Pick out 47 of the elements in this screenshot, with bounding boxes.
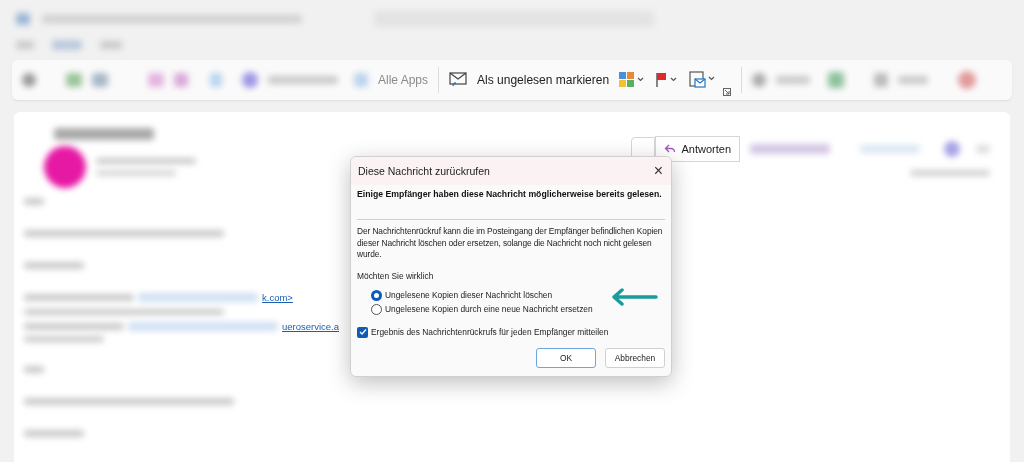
notify-checkbox-option[interactable]: Ergebnis des Nachrichtenrückrufs für jeden Empfänger mitteilen: [357, 326, 665, 338]
blurred-text: [898, 76, 929, 84]
ok-button[interactable]: OK: [536, 347, 596, 368]
blurred-text: [24, 197, 44, 205]
blurred-text: [860, 145, 920, 153]
blurred-icon: [944, 141, 960, 157]
radio-button[interactable]: [371, 303, 382, 315]
blurred-icon: [210, 73, 222, 87]
blurred-icon: [66, 73, 82, 87]
blurred-text: [52, 39, 82, 50]
blurred-icon: [354, 73, 368, 87]
question-text: Möchten Sie wirklich: [357, 270, 435, 281]
blurred-text: [24, 261, 84, 269]
email-link[interactable]: k.com>: [262, 291, 293, 303]
avatar: [44, 146, 86, 188]
radio-option[interactable]: Ungelesene Kopien dieser Nachricht löschen: [371, 289, 665, 301]
blurred-text: [24, 365, 44, 373]
blurred-text: [100, 40, 122, 49]
blurred-icon: [92, 73, 108, 87]
warning-text: Einige Empfänger haben diese Nachricht möglicherweise bereits gelesen.: [357, 189, 663, 199]
checkbox[interactable]: [357, 326, 368, 338]
description-text: Der Nachrichtenrückruf kann die im Posteingang der Empfänger befindlichen Kopien dieser Nachricht löschen oder ersetzen, solange die Nachricht noch nicht gelesen wurde.: [357, 226, 664, 261]
blurred-icon: [16, 12, 30, 25]
cancel-button[interactable]: Abbrechen: [605, 347, 665, 368]
blurred-icon: [828, 72, 845, 88]
arrow-drawing: [610, 288, 658, 306]
blurred-text: [24, 429, 84, 437]
blurred-icon: [148, 73, 164, 87]
category-grid-icon[interactable]: [619, 72, 646, 88]
radio-button[interactable]: [371, 289, 382, 301]
blurred-text: [268, 76, 338, 84]
blurred-icon: [958, 71, 977, 89]
blurred-text: [16, 40, 34, 49]
envelope-icon[interactable]: [449, 72, 468, 88]
dialog-title: Diese Nachricht zurückrufen: [358, 165, 490, 177]
reply-icon: [664, 143, 677, 155]
blurred-text: [776, 76, 811, 84]
mark-unread-button[interactable]: Als ungelesen markieren: [477, 73, 610, 87]
web-link[interactable]: ueroservice.a: [282, 320, 340, 332]
blurred-icon: [874, 73, 889, 87]
blurred-icon: [752, 73, 767, 87]
close-button[interactable]: ×: [653, 163, 663, 179]
radio-option[interactable]: Ungelesene Kopien durch eine neue Nachricht ersetzen: [371, 303, 665, 315]
blurred-icon: [174, 73, 188, 87]
blurred-icon: [242, 72, 258, 88]
expand-icon[interactable]: [723, 88, 732, 96]
blurred-icon: [22, 73, 36, 87]
